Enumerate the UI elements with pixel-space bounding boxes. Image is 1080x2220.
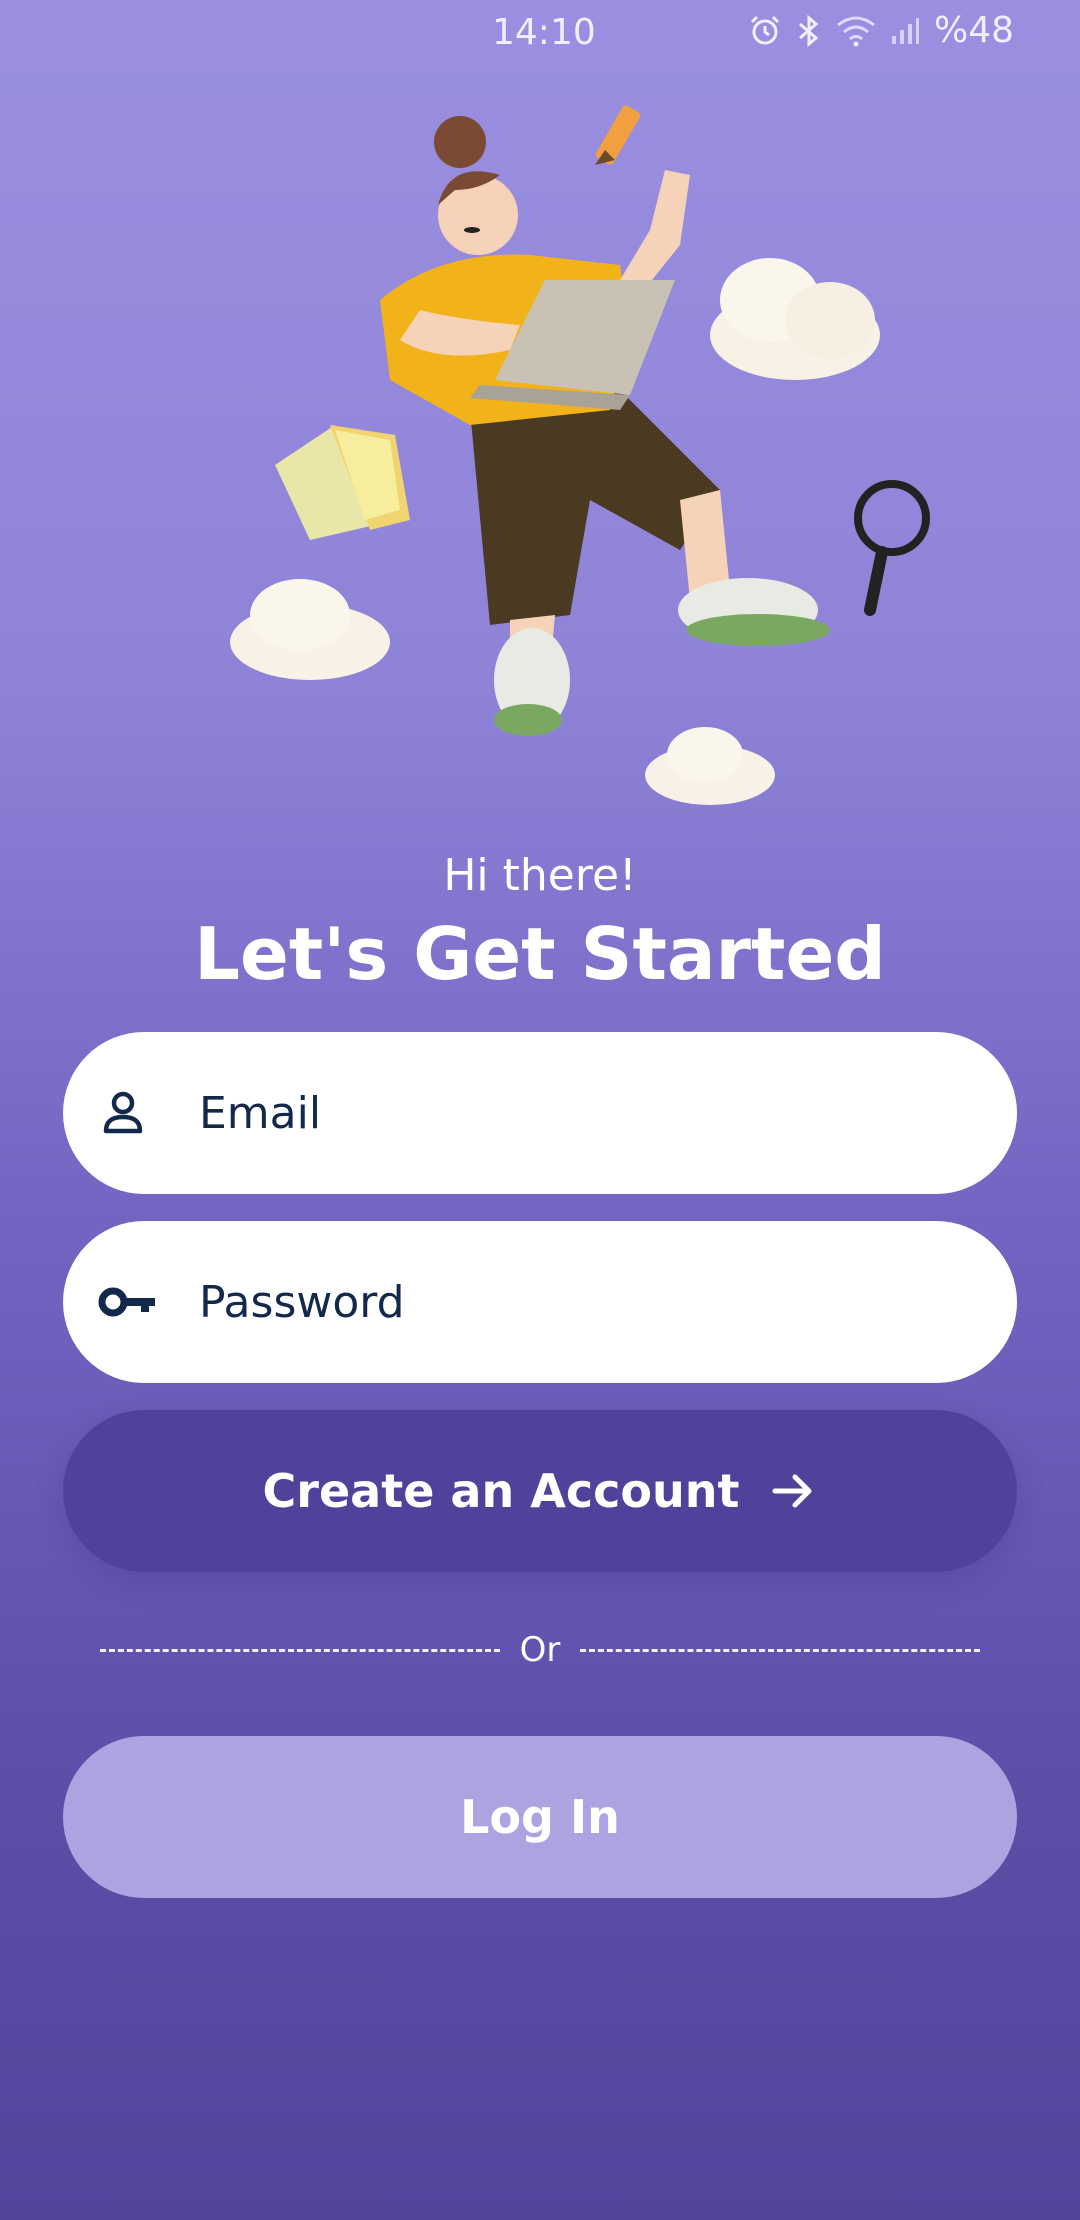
divider-label: Or bbox=[519, 1630, 561, 1670]
alarm-icon bbox=[750, 15, 780, 44]
page-title: Let's Get Started bbox=[194, 912, 886, 996]
wifi-icon bbox=[837, 16, 875, 46]
magnifier-icon bbox=[854, 480, 930, 616]
cloud-icon bbox=[710, 258, 880, 380]
person-icon bbox=[103, 1091, 143, 1134]
status-time: 14:10 bbox=[492, 12, 596, 53]
cloud-icon bbox=[230, 579, 390, 680]
greeting-text: Hi there! bbox=[443, 850, 637, 901]
or-divider: Or bbox=[100, 1630, 980, 1670]
divider-line bbox=[580, 1648, 980, 1652]
notebook-icon bbox=[275, 425, 410, 540]
pencil-icon bbox=[595, 105, 641, 165]
bluetooth-icon bbox=[798, 14, 819, 47]
cloud-icon bbox=[645, 727, 775, 805]
password-input[interactable] bbox=[199, 1221, 979, 1383]
hero-illustration bbox=[230, 105, 930, 805]
battery-level: %48 bbox=[933, 10, 1014, 51]
password-field[interactable] bbox=[63, 1221, 1017, 1383]
login-button[interactable]: Log In bbox=[63, 1736, 1017, 1898]
create-account-button[interactable]: Create an Account bbox=[63, 1410, 1017, 1572]
person-illustration bbox=[380, 116, 830, 736]
create-account-label: Create an Account bbox=[262, 1464, 740, 1518]
divider-line bbox=[100, 1648, 500, 1652]
status-icons: %48 bbox=[748, 10, 1014, 51]
status-bar: 14:10 %48 bbox=[0, 0, 1080, 64]
signal-icon bbox=[891, 17, 919, 44]
arrow-right-icon bbox=[772, 1474, 812, 1508]
login-label: Log In bbox=[460, 1790, 620, 1844]
key-icon bbox=[98, 1287, 155, 1317]
email-field[interactable] bbox=[63, 1032, 1017, 1194]
email-input[interactable] bbox=[199, 1032, 979, 1194]
